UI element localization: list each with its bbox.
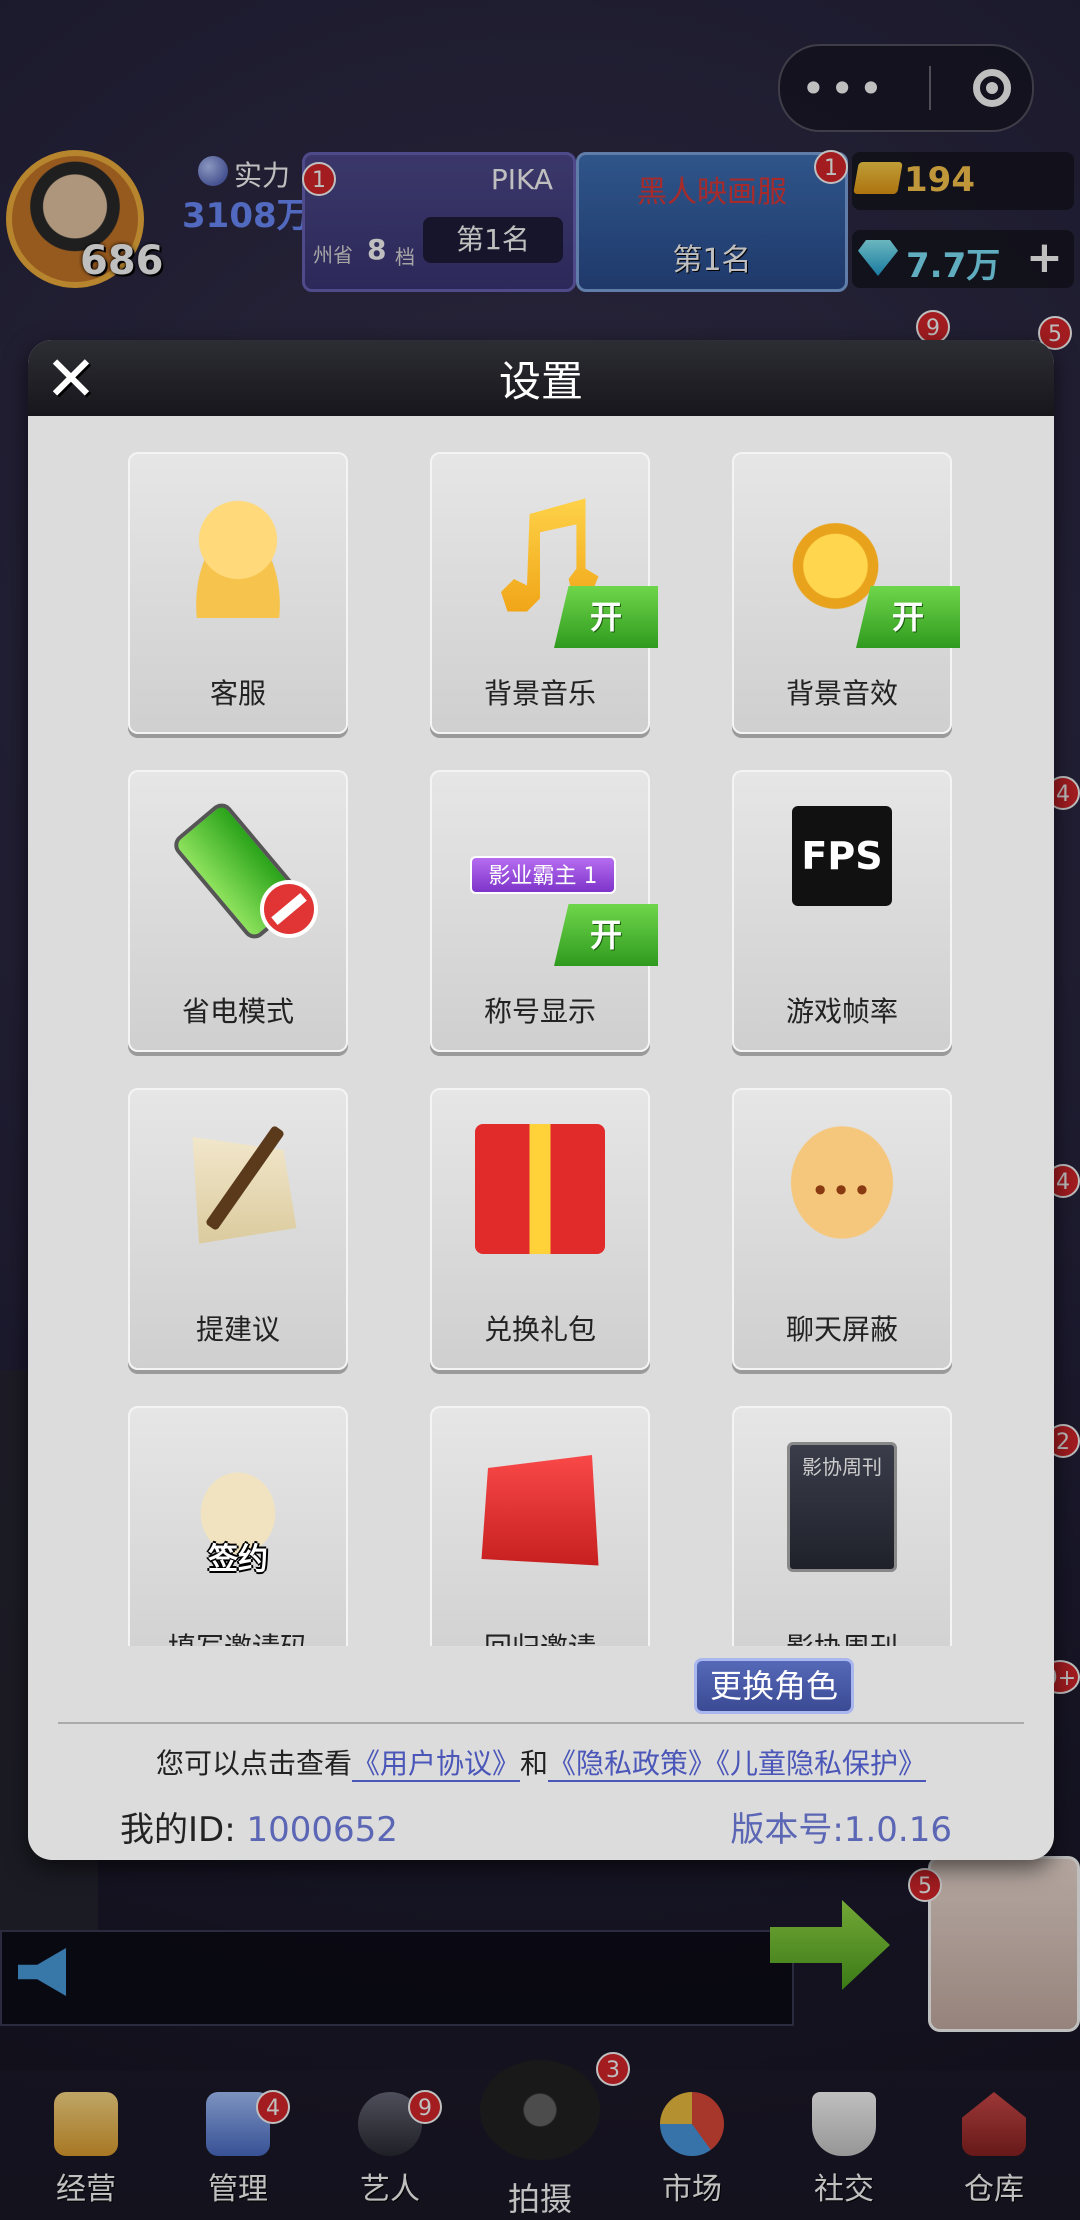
tile-label: 游戏帧率 xyxy=(785,995,898,1028)
dialog-header: ✕ 设置 xyxy=(28,340,1054,416)
tile-weekly[interactable]: 影协周刊 影协周刊 xyxy=(732,1406,952,1646)
toggle-on-badge: 开 xyxy=(554,586,658,648)
switch-role-button[interactable]: 更换角色 xyxy=(694,1658,854,1714)
sign-label: 签约 xyxy=(208,1542,268,1577)
settings-dialog: ✕ 设置 客服 开 背景音乐 开 背景音效 省电模式 影业霸主 1 开 称号显示 xyxy=(28,340,1054,1860)
tile-frame-rate[interactable]: FPS 游戏帧率 xyxy=(732,770,952,1052)
tile-label: 聊天屏蔽 xyxy=(785,1313,898,1346)
tile-redeem-gift[interactable]: 兑换礼包 xyxy=(430,1088,650,1370)
no-entry-icon xyxy=(260,880,318,938)
tile-bg-music[interactable]: 开 背景音乐 xyxy=(430,452,658,734)
id-value: 1000652 xyxy=(246,1810,398,1850)
dialog-title: 设置 xyxy=(498,357,583,406)
legal-and: 和 xyxy=(519,1747,548,1780)
legal-links: 您可以点击查看《用户协议》和《隐私政策》《儿童隐私保护》 xyxy=(28,1742,1054,1782)
legal-prefix: 您可以点击查看 xyxy=(155,1747,352,1780)
title-badge-icon: 影业霸主 1 xyxy=(470,856,616,894)
chat-bubble-icon: ••• xyxy=(777,1124,907,1254)
fps-icon: FPS xyxy=(792,806,892,906)
gift-box-icon xyxy=(475,1124,605,1254)
tile-label: 客服 xyxy=(209,677,266,710)
settings-grid: 客服 开 背景音乐 开 背景音效 省电模式 影业霸主 1 开 称号显示 FPS … xyxy=(28,416,1054,1646)
tile-label: 背景音效 xyxy=(785,677,898,710)
customer-service-icon xyxy=(173,488,303,618)
divider xyxy=(58,1722,1024,1724)
tile-label: 提建议 xyxy=(195,1313,280,1346)
tile-label: 回归邀请 xyxy=(430,1626,650,1646)
chat-dots: ••• xyxy=(810,1172,874,1210)
tile-sound-effects[interactable]: 开 背景音效 xyxy=(732,452,960,734)
user-agreement-link[interactable]: 《用户协议》 xyxy=(351,1747,520,1782)
child-privacy-link[interactable]: 《儿童隐私保护》 xyxy=(716,1747,927,1782)
tile-feedback[interactable]: 提建议 xyxy=(128,1088,348,1370)
tile-label: 背景音乐 xyxy=(483,677,596,710)
tile-invite-code[interactable]: 签约 填写邀请码 xyxy=(128,1406,348,1646)
id-label: 我的ID: xyxy=(120,1810,236,1850)
tile-title-display[interactable]: 影业霸主 1 开 称号显示 xyxy=(430,770,658,1052)
tile-label: 省电模式 xyxy=(181,995,294,1028)
version-text: 版本号:1.0.16 xyxy=(730,1810,952,1850)
tile-customer-service[interactable]: 客服 xyxy=(128,452,348,734)
tile-power-saving[interactable]: 省电模式 xyxy=(128,770,348,1052)
return-invite-icon xyxy=(481,1455,599,1566)
weekly-magazine-icon: 影协周刊 xyxy=(787,1442,897,1572)
tile-return-invite[interactable]: 回归邀请 xyxy=(430,1406,650,1646)
tile-label: 填写邀请码 xyxy=(128,1626,348,1646)
tile-label: 称号显示 xyxy=(483,995,596,1028)
toggle-on-badge: 开 xyxy=(856,586,960,648)
tile-label: 兑换礼包 xyxy=(483,1313,596,1346)
toggle-on-badge: 开 xyxy=(554,904,658,966)
user-id-row: 我的ID: 1000652 xyxy=(120,1802,398,1851)
privacy-policy-link[interactable]: 《隐私政策》 xyxy=(548,1747,717,1782)
tile-chat-block[interactable]: ••• 聊天屏蔽 xyxy=(732,1088,952,1370)
tile-label: 影协周刊 xyxy=(732,1626,952,1646)
